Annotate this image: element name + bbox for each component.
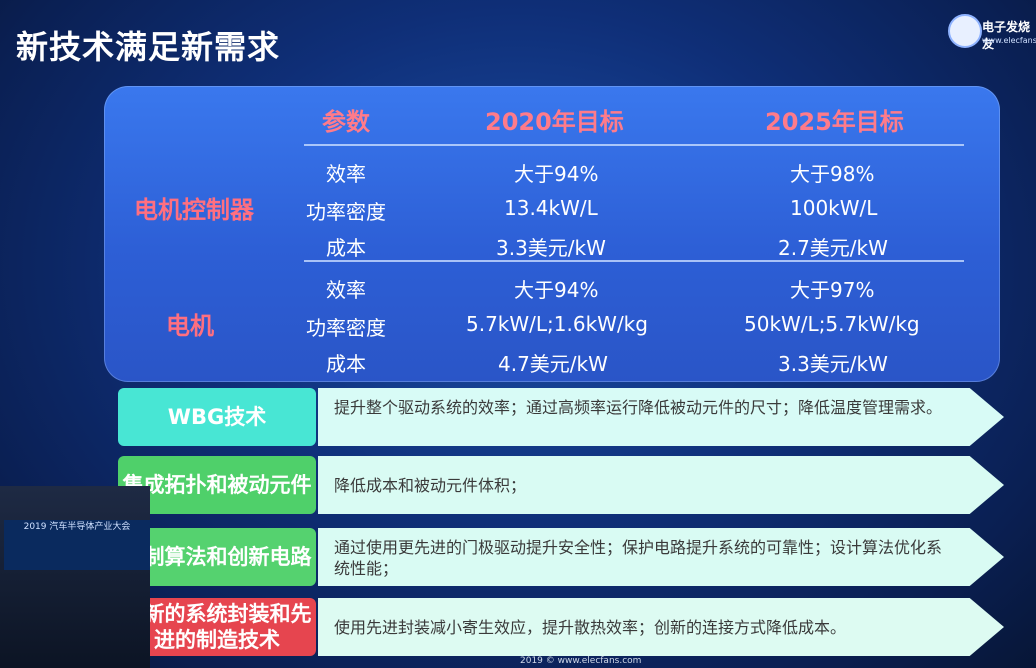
table-cell: 大于94% (514, 278, 599, 302)
table-cell: 4.7美元/kW (498, 352, 608, 376)
table-cell: 50kW/L;5.7kW/kg (744, 312, 920, 336)
table-cell: 大于98% (790, 162, 875, 186)
table-cell: 2.7美元/kW (778, 236, 888, 260)
table-cell: 13.4kW/L (504, 196, 598, 220)
tech-label: WBG技术 (118, 388, 316, 446)
tech-description: 使用先进封装减小寄生效应，提升散热效率；创新的连接方式降低成本。 (334, 618, 847, 637)
table-cell: 大于94% (514, 162, 599, 186)
table-cell: 3.3美元/kW (496, 236, 606, 260)
table-cell: 5.7kW/L;1.6kW/kg (466, 312, 648, 336)
table-cell: 成本 (326, 352, 366, 376)
group-label-motor: 电机 (166, 312, 214, 340)
header-2025: 2025年目标 (765, 108, 904, 136)
tech-arrow: 使用先进封装减小寄生效应，提升散热效率；创新的连接方式降低成本。 (318, 598, 1004, 656)
table-cell: 100kW/L (790, 196, 878, 220)
tech-arrow: 提升整个驱动系统的效率；通过高频率运行降低被动元件的尺寸；降低温度管理需求。 (318, 388, 1004, 446)
table-cell: 功率密度 (306, 316, 386, 340)
slide-title: 新技术满足新需求 (16, 28, 281, 66)
tech-row-topology: 集成拓扑和被动元件 降低成本和被动元件体积； (0, 456, 1036, 520)
group-label-controller: 电机控制器 (134, 196, 254, 224)
table-cell: 大于97% (790, 278, 875, 302)
tech-description: 通过使用更先进的门极驱动提升安全性；保护电路提升系统的可靠性；设计算法优化系统性… (334, 538, 943, 578)
speaker-podium: 2019 汽车半导体产业大会 (0, 486, 150, 668)
tech-arrow: 通过使用更先进的门极驱动提升安全性；保护电路提升系统的可靠性；设计算法优化系统性… (318, 528, 1004, 586)
logo-name: 电子发烧友 (982, 20, 1031, 51)
tech-row-control: 控制算法和创新电路 通过使用更先进的门极驱动提升安全性；保护电路提升系统的可靠性… (0, 528, 1036, 592)
table-cell: 效率 (326, 278, 366, 302)
table-cell: 效率 (326, 162, 366, 186)
brand-logo: 电子发烧友 www.elecfans.com (948, 12, 1036, 52)
table-divider (304, 260, 964, 262)
targets-table: 参数 2020年目标 2025年目标 电机控制器 效率 大于94% 大于98% … (104, 86, 1000, 382)
table-cell: 3.3美元/kW (778, 352, 888, 376)
table-cell: 功率密度 (306, 200, 386, 224)
tech-description: 降低成本和被动元件体积； (334, 476, 527, 495)
logo-icon (948, 14, 982, 48)
podium-sign: 2019 汽车半导体产业大会 (4, 520, 150, 570)
logo-url: www.elecfans.com (982, 36, 1036, 45)
tech-arrow: 降低成本和被动元件体积； (318, 456, 1004, 514)
tech-row-wbg: WBG技术 提升整个驱动系统的效率；通过高频率运行降低被动元件的尺寸；降低温度管… (0, 388, 1036, 452)
header-param: 参数 (322, 108, 370, 136)
slide-footer: 2019 © www.elecfans.com (520, 656, 642, 666)
header-2020: 2020年目标 (485, 108, 624, 136)
table-cell: 成本 (326, 236, 366, 260)
tech-row-packaging: 创新的系统封装和先进的制造技术 使用先进封装减小寄生效应，提升散热效率；创新的连… (0, 598, 1036, 662)
tech-description: 提升整个驱动系统的效率；通过高频率运行降低被动元件的尺寸；降低温度管理需求。 (334, 398, 943, 417)
table-divider (304, 144, 964, 146)
